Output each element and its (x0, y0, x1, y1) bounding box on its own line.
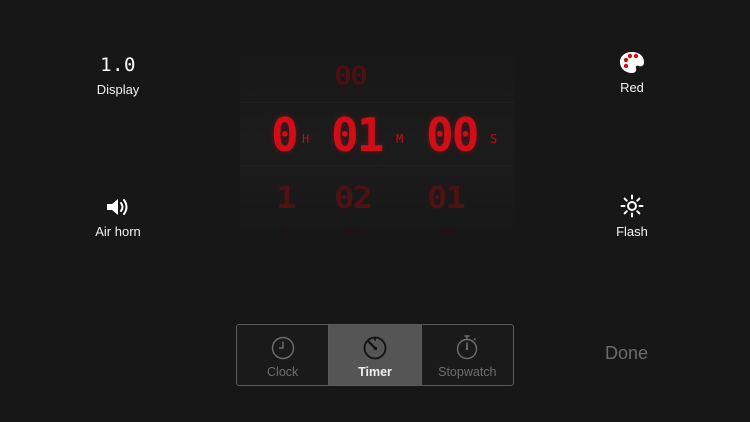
hours-selected[interactable]: 0 (271, 112, 299, 158)
minutes-unit: M (396, 132, 404, 146)
display-size-value: 1.0 (100, 54, 136, 76)
display-size-button[interactable]: 1.0 Display (88, 48, 148, 97)
mode-stopwatch-label: Stopwatch (438, 365, 497, 379)
sound-button[interactable]: Air horn (83, 190, 153, 239)
hours-unit: H (302, 132, 310, 146)
display-label: Display (96, 82, 140, 97)
color-label: Red (620, 80, 644, 95)
speaker-icon (105, 190, 131, 218)
done-button[interactable]: Done (605, 343, 648, 364)
color-button[interactable]: Red (602, 46, 662, 95)
mode-clock-label: Clock (267, 365, 299, 379)
mode-timer[interactable]: Timer (329, 325, 422, 385)
time-picker[interactable]: 0 H 1 2 00 01 M 02 03 00 S 01 02 (240, 50, 515, 235)
seconds-below2: 02 (438, 228, 455, 236)
minutes-selected[interactable]: 01 (331, 112, 384, 158)
sun-icon (620, 190, 644, 218)
seconds-unit: S (490, 132, 498, 146)
seconds-below[interactable]: 01 (427, 183, 466, 214)
flash-label: Flash (616, 224, 648, 239)
timer-icon (363, 336, 387, 360)
sound-label: Air horn (95, 224, 141, 239)
flash-button[interactable]: Flash (602, 190, 662, 239)
minutes-above[interactable]: 00 (334, 64, 368, 90)
stopwatch-icon (457, 335, 478, 360)
minutes-below2: 03 (344, 228, 361, 236)
mode-selector: Clock Timer Stopwatch (236, 324, 514, 386)
seconds-selected[interactable]: 00 (426, 112, 479, 158)
palette-icon (619, 46, 645, 74)
hours-below[interactable]: 1 (276, 183, 297, 214)
clock-icon (271, 336, 294, 360)
minutes-below[interactable]: 02 (334, 183, 373, 214)
mode-stopwatch[interactable]: Stopwatch (422, 325, 513, 385)
hours-below2: 2 (282, 228, 292, 236)
mode-clock[interactable]: Clock (237, 325, 330, 385)
mode-timer-label: Timer (358, 365, 392, 379)
